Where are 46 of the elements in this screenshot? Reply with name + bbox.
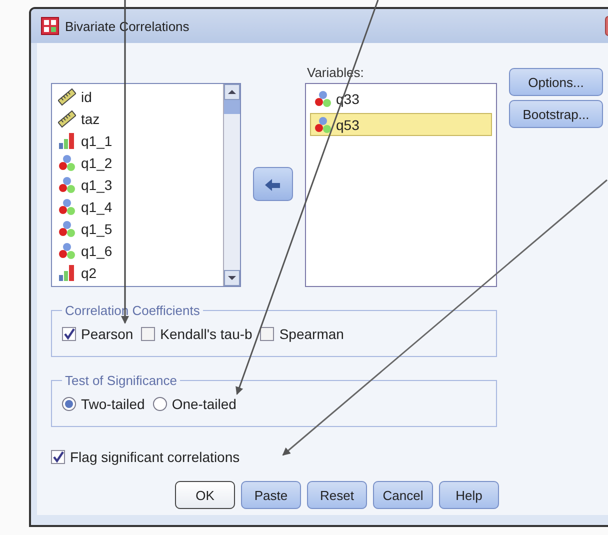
radio-option[interactable]: Two-tailed bbox=[62, 396, 145, 412]
dialog-button[interactable]: Help bbox=[439, 481, 499, 509]
variable-name[interactable]: taz bbox=[81, 111, 100, 127]
dialog-button[interactable]: Bootstrap... bbox=[509, 100, 603, 128]
variable-name[interactable]: q1_1 bbox=[81, 133, 112, 149]
three-balls-icon bbox=[58, 198, 76, 216]
variable-name[interactable]: q2 bbox=[81, 265, 97, 281]
bar-chart-icon bbox=[58, 264, 76, 282]
dialog-button[interactable]: Paste bbox=[241, 481, 301, 509]
three-balls-icon bbox=[58, 242, 76, 260]
scrollbar[interactable] bbox=[223, 84, 240, 286]
checkbox[interactable] bbox=[260, 327, 274, 341]
variable-name[interactable]: q1_5 bbox=[81, 221, 112, 237]
grid-icon bbox=[41, 17, 59, 35]
dialog-button[interactable]: Options... bbox=[509, 68, 603, 96]
scroll-down-icon[interactable] bbox=[224, 270, 240, 286]
radio-option[interactable]: One-tailed bbox=[152, 396, 236, 412]
checkbox[interactable] bbox=[51, 450, 65, 464]
dialog-button[interactable]: Reset bbox=[307, 481, 367, 509]
source-variable-list[interactable]: id taz q1_1 q1_2 q1_3 q1_4 q1_5 q1_6 q2 bbox=[51, 83, 241, 287]
dialog-button[interactable]: OK bbox=[175, 481, 235, 509]
dialog-button[interactable]: Cancel bbox=[373, 481, 433, 509]
variable-name[interactable]: id bbox=[81, 89, 92, 105]
three-balls-icon bbox=[58, 220, 76, 238]
variable-name[interactable]: q1_2 bbox=[81, 155, 112, 171]
variable-name[interactable]: q1_4 bbox=[81, 199, 112, 215]
group-title: Test of Significance bbox=[64, 373, 178, 388]
checkbox-option[interactable]: Flag significant correlations bbox=[51, 449, 607, 465]
three-balls-icon bbox=[314, 116, 332, 134]
three-balls-icon bbox=[58, 176, 76, 194]
variable-name[interactable]: q1_3 bbox=[81, 177, 112, 193]
radio-button[interactable] bbox=[62, 397, 76, 411]
checkbox[interactable] bbox=[141, 327, 156, 341]
scroll-thumb[interactable] bbox=[224, 100, 240, 114]
three-balls-icon bbox=[314, 90, 332, 108]
variable-item[interactable]: q53 bbox=[310, 113, 492, 136]
move-button[interactable] bbox=[253, 167, 293, 201]
checkbox-option[interactable]: Kendall's tau-b bbox=[141, 326, 252, 342]
radio-button[interactable] bbox=[152, 397, 167, 411]
variable-name[interactable]: q1_6 bbox=[81, 243, 112, 259]
checkbox-option[interactable]: Pearson bbox=[62, 326, 134, 342]
scroll-up-icon[interactable] bbox=[224, 84, 240, 100]
bar-chart-icon bbox=[58, 132, 76, 150]
three-balls-icon bbox=[58, 154, 76, 172]
checkbox[interactable] bbox=[62, 327, 76, 341]
checkbox-option[interactable]: Spearman bbox=[260, 326, 344, 342]
